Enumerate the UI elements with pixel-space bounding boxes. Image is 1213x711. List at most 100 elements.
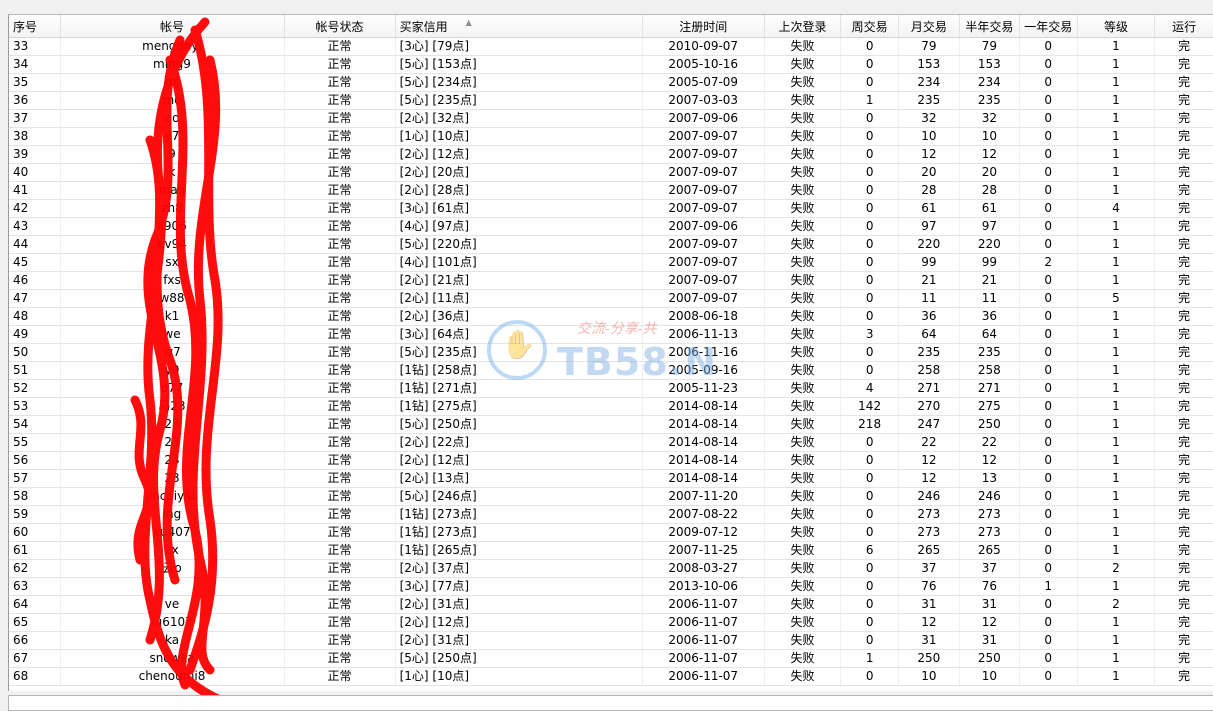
table-row[interactable]: 44 ev94 正常 [5心] [220点] 2007-09-07 失败 0 220 220 0 1…	[9, 235, 1213, 254]
table-row[interactable]: 54 23 正常 [5心] [250点] 2014-08-14 失败 218 247 250 0 1…	[9, 415, 1213, 434]
cell-status: 正常	[284, 541, 396, 560]
table-row[interactable]: 38 y7 正常 [1心] [10点] 2007-09-07 失败 0 10 10 0 1 完	[9, 127, 1213, 146]
table-row[interactable]: 66 ka 正常 [2心] [31点] 2006-11-07 失败 0 31 31 0 1 完	[9, 631, 1213, 650]
cell-month: 271	[898, 379, 960, 398]
column-header-half_year[interactable]: 半年交易	[959, 15, 1020, 38]
table-row[interactable]: 40 k 正常 [2心] [20点] 2007-09-07 失败 0 20 20 0 1 完	[9, 163, 1213, 182]
cell-half_year: 64	[959, 325, 1020, 344]
cell-month: 246	[898, 487, 960, 506]
table-row[interactable]: 68 chenoumi8 正常 [1心] [10点] 2006-11-07 失败 0 10 10…	[9, 667, 1213, 686]
cell-run: 完	[1154, 577, 1213, 596]
table-row[interactable]: 33 mengdeyi 正常 [3心] [79点] 2010-09-07 失败 0 79 79 0…	[9, 37, 1213, 56]
table-row[interactable]: 65 lu6107 正常 [2心] [12点] 2006-11-07 失败 0 12 12 0 1 完	[9, 613, 1213, 632]
table-row[interactable]: 36 mo 正常 [5心] [235点] 2007-03-03 失败 1 235 235 0 1 完	[9, 91, 1213, 110]
cell-run: 完	[1154, 451, 1213, 470]
cell-month: 64	[898, 325, 960, 344]
table-row[interactable]: 48 k1 正常 [2心] [36点] 2008-06-18 失败 0 36 36 0 1 完	[9, 307, 1213, 326]
cell-status: 正常	[284, 235, 396, 254]
cell-level: 1	[1077, 343, 1156, 362]
cell-week: 0	[840, 55, 899, 74]
table-row[interactable]: 46 fxs 正常 [2心] [21点] 2007-09-07 失败 0 21 21 0 1 完	[9, 271, 1213, 290]
table-row[interactable]: 57 23 正常 [2心] [13点] 2014-08-14 失败 0 12 13 0 1 完	[9, 469, 1213, 488]
cell-account: fxs	[60, 271, 285, 290]
cell-id: 52	[9, 379, 61, 398]
cell-credit: [5心] [153点]	[395, 55, 643, 74]
cell-run: 完	[1154, 397, 1213, 416]
cell-register: 2014-08-14	[642, 433, 765, 452]
cell-last_login: 失败	[764, 487, 842, 506]
cell-credit: [1心] [10点]	[395, 127, 643, 146]
cell-last_login: 失败	[764, 559, 842, 578]
table-row[interactable]: 64 ve 正常 [2心] [31点] 2006-11-07 失败 0 31 31 0 2 完	[9, 595, 1213, 614]
cell-week: 0	[840, 451, 899, 470]
account-grid[interactable]: 序号 帐号 帐号状态 买家信用 ▲ 注册时间 上次登录 周交易 月交易 半年交易 一年交易 等级 运行 …	[8, 14, 1213, 691]
cell-id: 35	[9, 73, 61, 92]
cell-last_login: 失败	[764, 289, 842, 308]
cell-year: 0	[1019, 487, 1078, 506]
table-row[interactable]: 47 w88 正常 [2心] [11点] 2007-09-07 失败 0 11 11 0 5 完	[9, 289, 1213, 308]
column-header-month[interactable]: 月交易	[898, 15, 960, 38]
column-header-status[interactable]: 帐号状态	[284, 15, 396, 38]
cell-last_login: 失败	[764, 217, 842, 236]
status-input[interactable]	[8, 695, 1213, 711]
cell-credit: [2心] [12点]	[395, 451, 643, 470]
cell-credit: [2心] [31点]	[395, 595, 643, 614]
table-row[interactable]: 53 马23 正常 [1钻] [275点] 2014-08-14 失败 142 270 275 0…	[9, 397, 1213, 416]
table-row[interactable]: 51 y0 正常 [1钻] [258点] 2005-09-16 失败 0 258 258 0 1 完	[9, 361, 1213, 380]
table-row[interactable]: 45 sx 正常 [4心] [101点] 2007-09-07 失败 0 99 99 2 1 完	[9, 253, 1213, 272]
table-row[interactable]: 58 jincaiyiui 正常 [5心] [246点] 2007-11-20 失败 0 24…	[9, 487, 1213, 506]
cell-level: 1	[1077, 55, 1156, 74]
cell-month: 12	[898, 145, 960, 164]
table-row[interactable]: 50 w7 正常 [5心] [235点] 2006-11-16 失败 0 235 235 0 1 完	[9, 343, 1213, 362]
cell-last_login: 失败	[764, 127, 842, 146]
table-row[interactable]: 63 正常 [3心] [77点] 2013-10-06 失败 0 76 76 1 1 完	[9, 577, 1213, 596]
cell-half_year: 32	[959, 109, 1020, 128]
table-row[interactable]: 62 云o 正常 [2心] [37点] 2008-03-27 失败 0 37 37 0 2 完	[9, 559, 1213, 578]
column-header-id[interactable]: 序号	[9, 15, 61, 38]
cell-register: 2007-09-06	[642, 217, 765, 236]
cell-year: 0	[1019, 271, 1078, 290]
cell-half_year: 13	[959, 469, 1020, 488]
cell-id: 41	[9, 181, 61, 200]
table-row[interactable]: 34 ming9 正常 [5心] [153点] 2005-10-16 失败 0 153 153 0…	[9, 55, 1213, 74]
cell-status: 正常	[284, 415, 396, 434]
cell-register: 2005-09-16	[642, 361, 765, 380]
column-header-account[interactable]: 帐号	[60, 15, 285, 38]
cell-level: 1	[1077, 163, 1156, 182]
table-row[interactable]: 55 23 正常 [2心] [22点] 2014-08-14 失败 0 22 22 0 1 完	[9, 433, 1213, 452]
cell-credit: [5心] [235点]	[395, 343, 643, 362]
column-header-run[interactable]: 运行	[1154, 15, 1213, 38]
table-row[interactable]: 49 we 正常 [3心] [64点] 2006-11-13 失败 3 64 64 0 1 完	[9, 325, 1213, 344]
cell-run: 完	[1154, 145, 1213, 164]
cell-last_login: 失败	[764, 631, 842, 650]
cell-year: 0	[1019, 109, 1078, 128]
table-row[interactable]: 56 23 正常 [2心] [12点] 2014-08-14 失败 0 12 12 0 1 完	[9, 451, 1213, 470]
cell-register: 2007-09-07	[642, 181, 765, 200]
cell-level: 1	[1077, 73, 1156, 92]
column-header-year[interactable]: 一年交易	[1019, 15, 1078, 38]
table-row[interactable]: 43 li906 正常 [4心] [97点] 2007-09-06 失败 0 97 97 0 1 完	[9, 217, 1213, 236]
table-row[interactable]: 37 qo 正常 [2心] [32点] 2007-09-06 失败 0 32 32 0 1 完	[9, 109, 1213, 128]
table-row[interactable]: 52 o77 正常 [1钻] [271点] 2005-11-23 失败 4 271 271 0 1 完	[9, 379, 1213, 398]
cell-month: 11	[898, 289, 960, 308]
column-header-last_login[interactable]: 上次登录	[764, 15, 842, 38]
table-row[interactable]: 67 snowka 正常 [5心] [250点] 2006-11-07 失败 1 250 250…	[9, 649, 1213, 668]
column-header-week[interactable]: 周交易	[840, 15, 899, 38]
column-header-label: 月交易	[910, 19, 947, 34]
cell-register: 2014-08-14	[642, 469, 765, 488]
cell-run: 完	[1154, 55, 1213, 74]
cell-id: 49	[9, 325, 61, 344]
column-header-credit[interactable]: 买家信用 ▲	[395, 15, 643, 38]
table-row[interactable]: 39 9 正常 [2心] [12点] 2007-09-07 失败 0 12 12 0 1 完	[9, 145, 1213, 164]
table-row[interactable]: 60 ku407 正常 [1钻] [273点] 2009-07-12 失败 0 273 273 0…	[9, 523, 1213, 542]
column-header-level[interactable]: 等级	[1077, 15, 1156, 38]
cell-account: 马23	[60, 397, 285, 416]
table-row[interactable]: 41 mag 正常 [2心] [28点] 2007-09-07 失败 0 28 28 0 1 完	[9, 181, 1213, 200]
cell-week: 0	[840, 73, 899, 92]
table-row[interactable]: 42 zh8 正常 [3心] [61点] 2007-09-07 失败 0 61 61 0 4 完	[9, 199, 1213, 218]
table-row[interactable]: 35 mj 正常 [5心] [234点] 2005-07-09 失败 0 234 234 0 1 完	[9, 73, 1213, 92]
column-header-register[interactable]: 注册时间	[642, 15, 765, 38]
table-row[interactable]: 61 zx 正常 [1钻] [265点] 2007-11-25 失败 6 265 265 0 1 完	[9, 541, 1213, 560]
table-row[interactable]: 59 ing 正常 [1钻] [273点] 2007-08-22 失败 0 273 273 0 1 完	[9, 505, 1213, 524]
cell-status: 正常	[284, 109, 396, 128]
